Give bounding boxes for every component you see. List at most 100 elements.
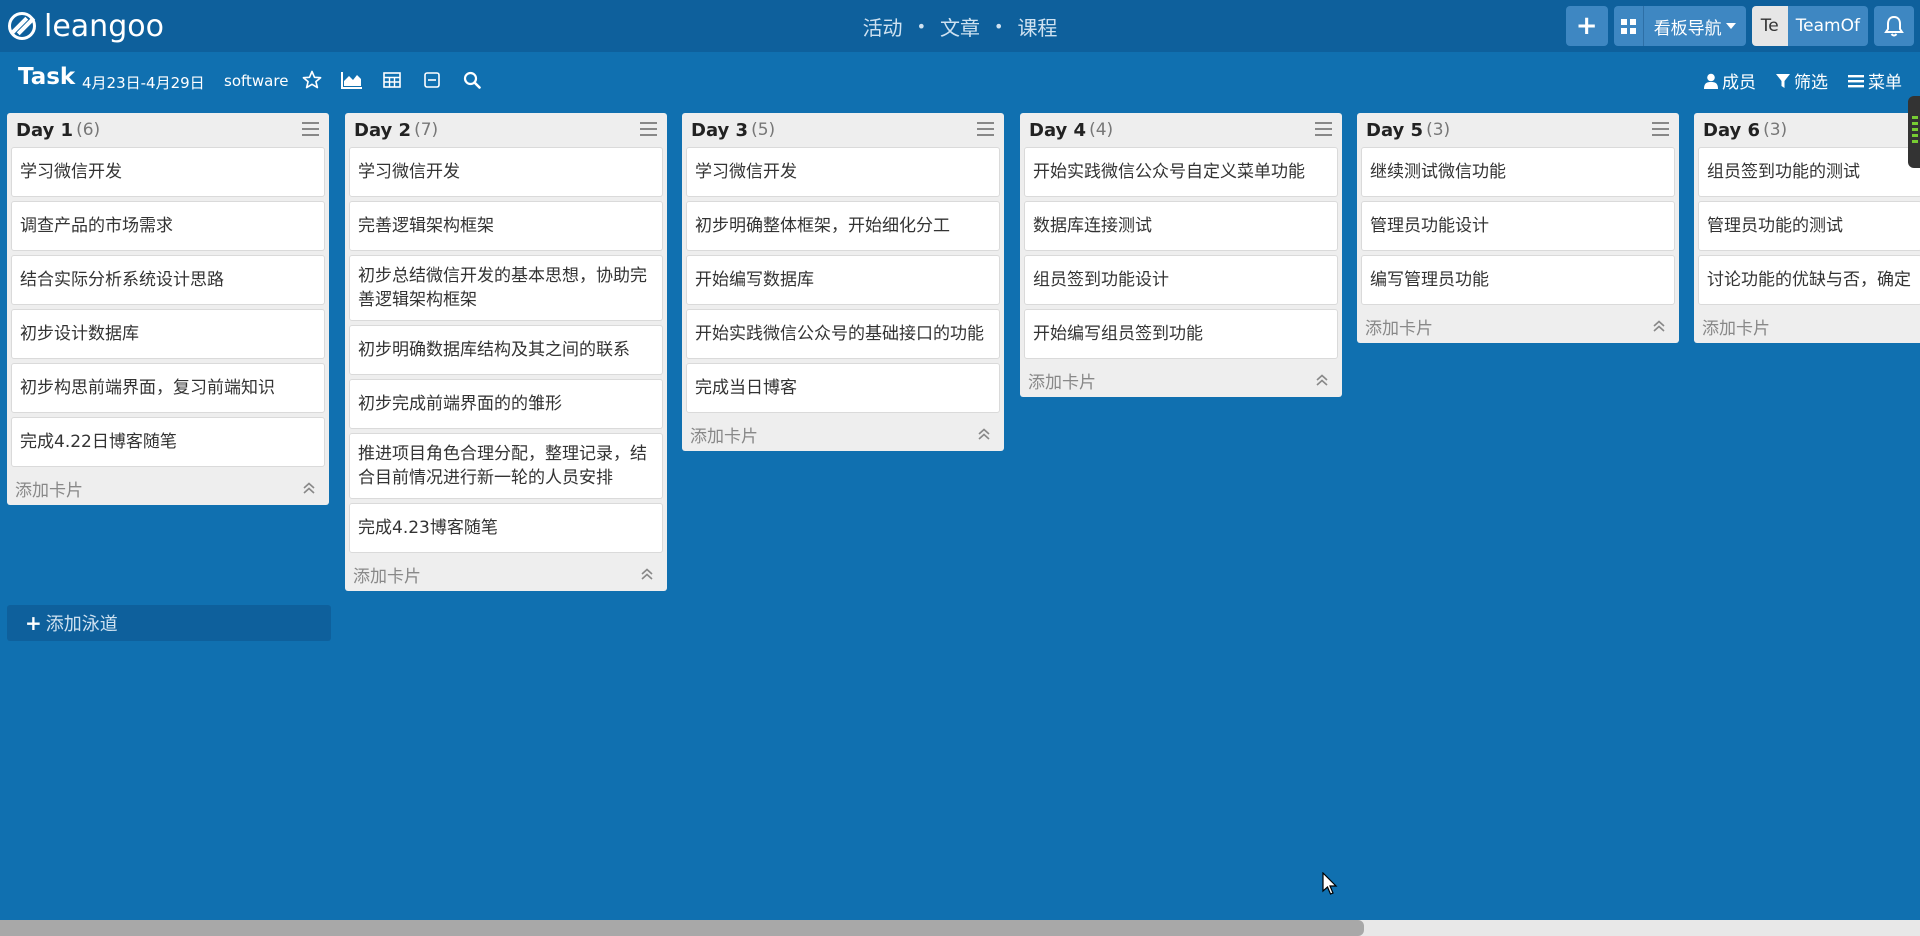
card[interactable]: 组员签到功能设计 — [1024, 255, 1338, 305]
card[interactable]: 调查产品的市场需求 — [11, 201, 325, 251]
list-header[interactable]: Day 5 (3) — [1361, 113, 1675, 147]
nav-articles[interactable]: 文章 — [940, 12, 980, 41]
card[interactable]: 继续测试微信功能 — [1361, 147, 1675, 197]
table-icon[interactable] — [380, 68, 404, 92]
side-widget[interactable] — [1908, 96, 1920, 168]
star-icon[interactable] — [300, 68, 324, 92]
list-title: Day 6 — [1703, 119, 1761, 141]
list-footer: 添加卡片 — [1024, 363, 1338, 397]
list-header[interactable]: Day 1 (6) — [11, 113, 325, 147]
list-count: (5) — [751, 120, 776, 140]
board-nav-dropdown[interactable]: 看板导航 — [1643, 6, 1746, 46]
list-header[interactable]: Day 2 (7) — [349, 113, 663, 147]
card[interactable]: 推进项目角色合理分配，整理记录，结合目前情况进行新一轮的人员安排 — [349, 433, 663, 499]
list-menu-icon[interactable] — [302, 122, 319, 136]
card[interactable]: 完善逻辑架构框架 — [349, 201, 663, 251]
card[interactable]: 初步总结微信开发的基本思想，协助完善逻辑架构框架 — [349, 255, 663, 321]
search-icon[interactable] — [460, 68, 484, 92]
add-card-button[interactable]: 添加卡片 — [690, 422, 758, 447]
menu-button[interactable]: 菜单 — [1848, 68, 1902, 93]
nav-courses[interactable]: 课程 — [1017, 12, 1057, 41]
board-nav-label: 看板导航 — [1653, 18, 1722, 39]
board-grid-button[interactable] — [1613, 6, 1644, 46]
card[interactable]: 开始实践微信公众号的基础接口的功能 — [686, 309, 1000, 359]
card[interactable]: 管理员功能设计 — [1361, 201, 1675, 251]
card[interactable]: 学习微信开发 — [11, 147, 325, 197]
list-menu-icon[interactable] — [1315, 122, 1332, 136]
board-title[interactable]: Task — [18, 64, 75, 90]
user-avatar[interactable]: Te — [1751, 6, 1788, 46]
members-button[interactable]: 成员 — [1704, 68, 1756, 93]
double-chevron-up-icon[interactable] — [1314, 372, 1330, 388]
list-day-5: Day 5 (3) 继续测试微信功能 管理员功能设计 编写管理员功能 添加卡片 — [1357, 113, 1679, 343]
card[interactable]: 组员签到功能的测试 — [1698, 147, 1920, 197]
list-menu-icon[interactable] — [977, 122, 994, 136]
add-card-button[interactable]: 添加卡片 — [15, 476, 83, 501]
add-card-button[interactable]: 添加卡片 — [353, 562, 421, 587]
add-card-button[interactable]: 添加卡片 — [1028, 368, 1096, 393]
double-chevron-up-icon[interactable] — [1651, 318, 1667, 334]
add-lane-button[interactable]: + 添加泳道 — [7, 605, 331, 641]
list-title: Day 2 — [354, 119, 412, 141]
board-tag: software — [224, 72, 289, 90]
add-button[interactable]: + — [1565, 6, 1608, 46]
card[interactable]: 初步完成前端界面的的雏形 — [349, 379, 663, 429]
nav-separator: • — [994, 16, 1004, 36]
card[interactable]: 编写管理员功能 — [1361, 255, 1675, 305]
list-day-6: Day 6 (3) 组员签到功能的测试 管理员功能的测试 讨论功能的优缺与否，确… — [1694, 113, 1920, 343]
members-label: 成员 — [1722, 73, 1756, 93]
mouse-cursor-icon — [1322, 872, 1338, 895]
logo[interactable]: leangoo — [8, 8, 164, 44]
card[interactable]: 完成当日博客 — [686, 363, 1000, 413]
list-menu-icon[interactable] — [1652, 122, 1669, 136]
card[interactable]: 初步构思前端界面，复习前端知识 — [11, 363, 325, 413]
filter-button[interactable]: 筛选 — [1776, 68, 1828, 93]
caret-down-icon — [1725, 23, 1736, 29]
card[interactable]: 学习微信开发 — [686, 147, 1000, 197]
team-button[interactable]: TeamOf — [1787, 6, 1868, 46]
board-toolbar — [300, 68, 500, 92]
card[interactable]: 结合实际分析系统设计思路 — [11, 255, 325, 305]
list-title: Day 4 — [1029, 119, 1087, 141]
card[interactable]: 数据库连接测试 — [1024, 201, 1338, 251]
list-header[interactable]: Day 6 (3) — [1698, 113, 1916, 147]
card[interactable]: 开始编写数据库 — [686, 255, 1000, 305]
collapse-lanes-icon[interactable] — [420, 68, 444, 92]
area-chart-icon[interactable] — [340, 68, 364, 92]
list-title: Day 5 — [1366, 119, 1424, 141]
add-card-button[interactable]: 添加卡片 — [1365, 314, 1433, 339]
notifications-button[interactable] — [1874, 6, 1914, 46]
nav-activity[interactable]: 活动 — [863, 12, 903, 41]
list-header[interactable]: Day 4 (4) — [1024, 113, 1338, 147]
card[interactable]: 初步设计数据库 — [11, 309, 325, 359]
double-chevron-up-icon[interactable] — [639, 566, 655, 582]
card[interactable]: 开始实践微信公众号自定义菜单功能 — [1024, 147, 1338, 197]
double-chevron-up-icon[interactable] — [301, 480, 317, 496]
card[interactable]: 初步明确数据库结构及其之间的联系 — [349, 325, 663, 375]
logo-text: leangoo — [44, 8, 164, 44]
plus-icon: + — [25, 611, 42, 635]
list-day-1: Day 1 (6) 学习微信开发 调查产品的市场需求 结合实际分析系统设计思路 … — [7, 113, 329, 505]
list-count: (6) — [76, 120, 101, 140]
leangoo-logo-icon — [8, 12, 36, 40]
list-count: (3) — [1763, 120, 1788, 140]
card[interactable]: 讨论功能的优缺与否，确定 — [1698, 255, 1920, 305]
list-footer: 添加卡片 — [1361, 309, 1675, 343]
card[interactable]: 初步明确整体框架，开始细化分工 — [686, 201, 1000, 251]
double-chevron-up-icon[interactable] — [976, 426, 992, 442]
list-header[interactable]: Day 3 (5) — [686, 113, 1000, 147]
add-lane-label: 添加泳道 — [45, 614, 118, 635]
card[interactable]: 学习微信开发 — [349, 147, 663, 197]
list-menu-icon[interactable] — [640, 122, 657, 136]
nav-separator: • — [916, 16, 926, 36]
card[interactable]: 完成4.23博客随笔 — [349, 503, 663, 553]
add-card-button[interactable]: 添加卡片 — [1702, 314, 1770, 339]
board-right-actions: 成员 筛选 菜单 — [1684, 68, 1902, 93]
card[interactable]: 管理员功能的测试 — [1698, 201, 1920, 251]
list-count: (7) — [414, 120, 439, 140]
hamburger-icon — [1848, 74, 1864, 87]
card[interactable]: 开始编写组员签到功能 — [1024, 309, 1338, 359]
card[interactable]: 完成4.22日博客随笔 — [11, 417, 325, 467]
scrollbar-thumb[interactable] — [0, 920, 1364, 936]
menu-label: 菜单 — [1868, 73, 1902, 93]
